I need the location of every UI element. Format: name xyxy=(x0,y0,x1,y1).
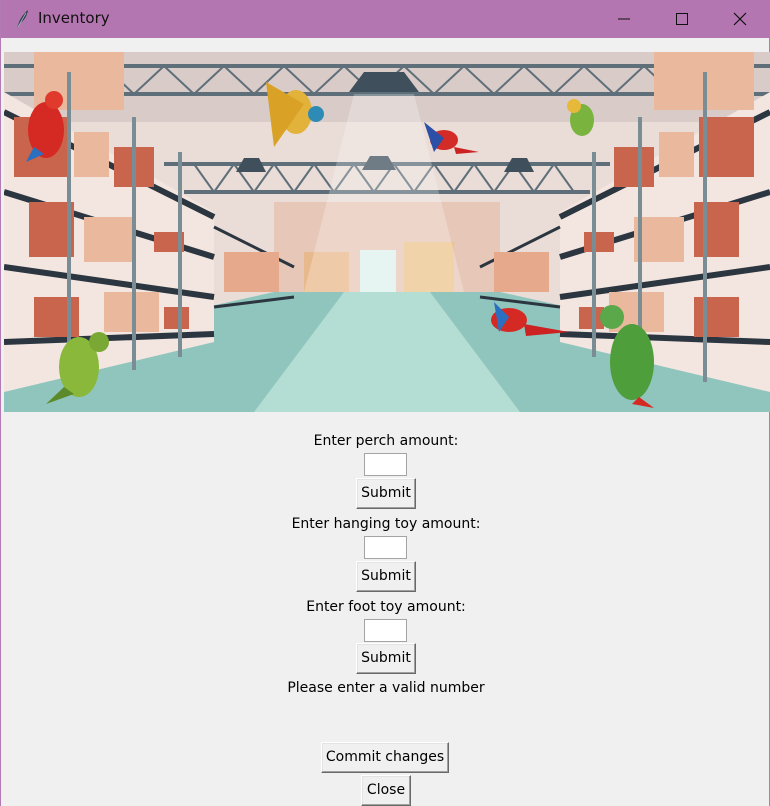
perch-label: Enter perch amount: xyxy=(313,433,459,449)
minimize-button[interactable] xyxy=(595,0,653,38)
title-bar[interactable]: Inventory xyxy=(1,0,770,38)
minimize-icon xyxy=(618,18,630,20)
close-button[interactable]: Close xyxy=(361,775,411,806)
inventory-window: Inventory Enter perch amount: Submit Ent… xyxy=(0,0,770,806)
maximize-icon xyxy=(676,13,688,25)
submit-hanging-toy-button[interactable]: Submit xyxy=(356,561,416,592)
warehouse-illustration xyxy=(4,52,770,412)
form-area: Enter perch amount: Submit Enter hanging… xyxy=(1,412,770,806)
close-window-button[interactable] xyxy=(711,0,769,38)
close-icon xyxy=(733,12,747,26)
foot-toy-amount-input[interactable] xyxy=(364,619,407,642)
submit-perch-button[interactable]: Submit xyxy=(356,478,416,509)
submit-foot-toy-button[interactable]: Submit xyxy=(356,643,416,674)
maximize-button[interactable] xyxy=(653,0,711,38)
validation-message: Please enter a valid number xyxy=(287,680,485,696)
hanging-toy-label: Enter hanging toy amount: xyxy=(291,516,481,532)
window-title: Inventory xyxy=(38,9,110,27)
perch-amount-input[interactable] xyxy=(364,453,407,476)
feather-icon xyxy=(17,10,28,28)
warehouse-image xyxy=(4,52,770,412)
commit-changes-button[interactable]: Commit changes xyxy=(321,742,449,773)
foot-toy-label: Enter foot toy amount: xyxy=(306,599,466,615)
hanging-toy-amount-input[interactable] xyxy=(364,536,407,559)
